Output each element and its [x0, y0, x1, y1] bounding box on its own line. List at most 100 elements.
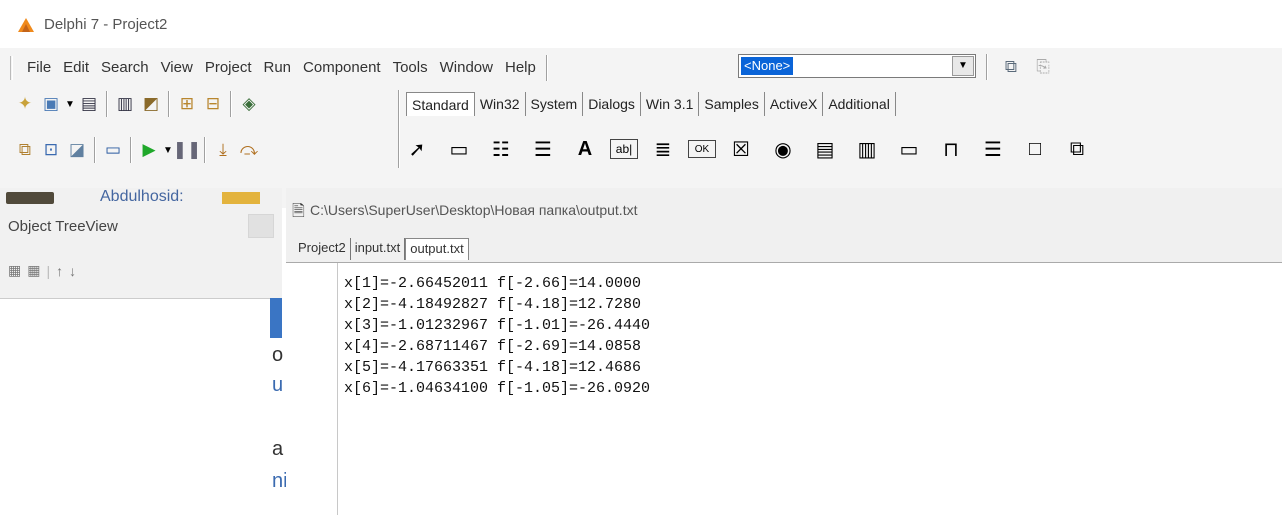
frame-component-icon[interactable]: ▭ [442, 132, 476, 166]
combo-selected-value: <None> [741, 57, 794, 75]
view-unit-icon[interactable]: ⧉ [12, 137, 38, 163]
title-bar: Delphi 7 - Project2 [0, 0, 1282, 48]
palette-tab-activex[interactable]: ActiveX [765, 92, 824, 116]
palette-tab-additional[interactable]: Additional [823, 92, 896, 116]
background-form-edge: o u a ni [270, 298, 288, 515]
background-window-mark [222, 192, 260, 204]
radiogroup-component-icon[interactable]: ☰ [976, 132, 1010, 166]
palette-tab-samples[interactable]: Samples [699, 92, 765, 116]
menu-help[interactable]: Help [499, 54, 542, 82]
menubar-grip[interactable] [10, 56, 13, 80]
tab-project2[interactable]: Project2 [294, 238, 351, 260]
open-dropdown-arrow-icon[interactable]: ▼ [64, 91, 76, 117]
component-palette-tabs: Standard Win32 System Dialogs Win 3.1 Sa… [406, 88, 896, 116]
code-editor: 🗎 C:\Users\SuperUser\Desktop\Новая папка… [286, 188, 1282, 515]
menu-run[interactable]: Run [258, 54, 298, 82]
main-menu-component-icon[interactable]: ☷ [484, 132, 518, 166]
desktop-layout-combo[interactable]: <None> ▼ [738, 54, 976, 78]
code-lines: x[1]=-2.66452011 f[-2.66]=14.0000 x[2]=-… [344, 273, 650, 399]
toolbar-separator [106, 91, 108, 117]
toggle-form-unit-icon[interactable]: ◪ [64, 137, 90, 163]
code-line: x[4]=-2.68711467 f[-2.69]=14.0858 [344, 338, 642, 355]
open-icon[interactable]: ▣ [38, 91, 64, 117]
tab-output-txt[interactable]: output.txt [405, 238, 469, 260]
palette-tab-win32[interactable]: Win32 [475, 92, 526, 116]
menu-window[interactable]: Window [434, 54, 499, 82]
desktop-separator [986, 54, 988, 80]
code-line: x[3]=-1.01232967 f[-1.01]=-26.4440 [344, 317, 651, 334]
code-text-area[interactable]: x[1]=-2.66452011 f[-2.66]=14.0000 x[2]=-… [286, 262, 1282, 515]
radiobutton-component-icon[interactable]: ◉ [766, 132, 800, 166]
menubar-separator [545, 55, 548, 81]
background-window-text: Abdulhosid: [100, 188, 184, 205]
checkbox-component-icon[interactable]: ☒ [724, 132, 758, 166]
menu-tools[interactable]: Tools [387, 54, 434, 82]
menu-project[interactable]: Project [199, 54, 258, 82]
palette-tab-dialogs[interactable]: Dialogs [583, 92, 641, 116]
menu-component[interactable]: Component [297, 54, 387, 82]
pause-icon[interactable]: ❚❚ [173, 137, 202, 163]
background-form-text: u [272, 374, 284, 396]
background-form-text: o [272, 344, 284, 366]
actionlist-component-icon[interactable]: ⧉ [1060, 132, 1094, 166]
object-tree[interactable] [0, 298, 282, 515]
editor-gutter [286, 263, 338, 515]
menu-view[interactable]: View [155, 54, 199, 82]
help-contents-icon[interactable]: ◈ [236, 91, 262, 117]
menu-edit[interactable]: Edit [57, 54, 95, 82]
treeview-close-button[interactable] [248, 214, 274, 238]
new-item-icon[interactable]: ▦ [8, 262, 21, 279]
menu-file[interactable]: File [21, 54, 57, 82]
save-icon[interactable]: ▤ [76, 91, 102, 117]
component-palette: ➚ ▭ ☷ ☰ A ab| ≣ OK ☒ ◉ ▤ ▥ ▭ ⊓ ☰ □ ⧉ [400, 128, 1094, 170]
popup-menu-component-icon[interactable]: ☰ [526, 132, 560, 166]
scrollbar-component-icon[interactable]: ▭ [892, 132, 926, 166]
object-treeview-panel: Abdulhosid: Object TreeView ▦ ▦ | ↑ ↓ o … [0, 188, 288, 515]
tab-input-txt[interactable]: input.txt [351, 238, 406, 260]
view-form-icon[interactable]: ⊡ [38, 137, 64, 163]
label-component-icon[interactable]: A [568, 132, 602, 166]
new-form-icon[interactable]: ▭ [100, 137, 126, 163]
memo-component-icon[interactable]: ≣ [646, 132, 680, 166]
pointer-arrow-icon[interactable]: ➚ [400, 132, 434, 166]
run-icon[interactable]: ▶ [136, 137, 162, 163]
code-line: x[6]=-1.04634100 f[-1.05]=-26.0920 [344, 380, 651, 397]
groupbox-component-icon[interactable]: ⊓ [934, 132, 968, 166]
step-over-icon[interactable]: ⤼ [236, 137, 262, 163]
save-all-icon[interactable]: ▥ [112, 91, 138, 117]
menu-search[interactable]: Search [95, 54, 155, 82]
panel-component-icon[interactable]: □ [1018, 132, 1052, 166]
toolbar-separator [230, 91, 232, 117]
button-component-icon[interactable]: OK [688, 140, 716, 158]
edit-component-icon[interactable]: ab| [610, 139, 638, 159]
window-title: Delphi 7 - Project2 [44, 16, 168, 33]
editor-tabs: Project2 input.txt output.txt [294, 238, 469, 260]
object-treeview-title: Object TreeView [8, 218, 118, 235]
toolbar-separator [130, 137, 132, 163]
add-file-icon[interactable]: ⊞ [174, 91, 200, 117]
ide-toolbar-area: File Edit Search View Project Run Compon… [0, 48, 1282, 208]
editor-file-path: C:\Users\SuperUser\Desktop\Новая папка\o… [310, 202, 638, 218]
code-line: x[5]=-4.17663351 f[-4.18]=12.4686 [344, 359, 642, 376]
code-line: x[1]=-2.66452011 f[-2.66]=14.0000 [344, 275, 642, 292]
new-items-icon[interactable]: ✦ [12, 91, 38, 117]
open-project-icon[interactable]: ◩ [138, 91, 164, 117]
move-up-icon[interactable]: ↑ [56, 263, 63, 279]
palette-tab-win31[interactable]: Win 3.1 [641, 92, 700, 116]
palette-tab-system[interactable]: System [526, 92, 584, 116]
save-desktop-icon[interactable]: ⧉ [998, 54, 1024, 80]
move-down-icon[interactable]: ↓ [69, 263, 76, 279]
combobox-component-icon[interactable]: ▥ [850, 132, 884, 166]
remove-file-icon[interactable]: ⊟ [200, 91, 226, 117]
trace-into-icon[interactable]: ⤓ [210, 137, 236, 163]
code-line: x[2]=-4.18492827 f[-4.18]=12.7280 [344, 296, 642, 313]
delete-item-icon[interactable]: ▦ [27, 262, 40, 279]
treeview-toolbar: ▦ ▦ | ↑ ↓ [8, 262, 76, 279]
background-form-text: a [272, 438, 284, 460]
listbox-component-icon[interactable]: ▤ [808, 132, 842, 166]
delphi-app-icon [18, 18, 34, 32]
desktop-tools: ⧉ ⎘ [982, 54, 1056, 80]
set-debug-desktop-icon[interactable]: ⎘ [1030, 54, 1056, 80]
palette-tab-standard[interactable]: Standard [406, 92, 475, 116]
combo-dropdown-arrow-icon[interactable]: ▼ [952, 56, 974, 76]
